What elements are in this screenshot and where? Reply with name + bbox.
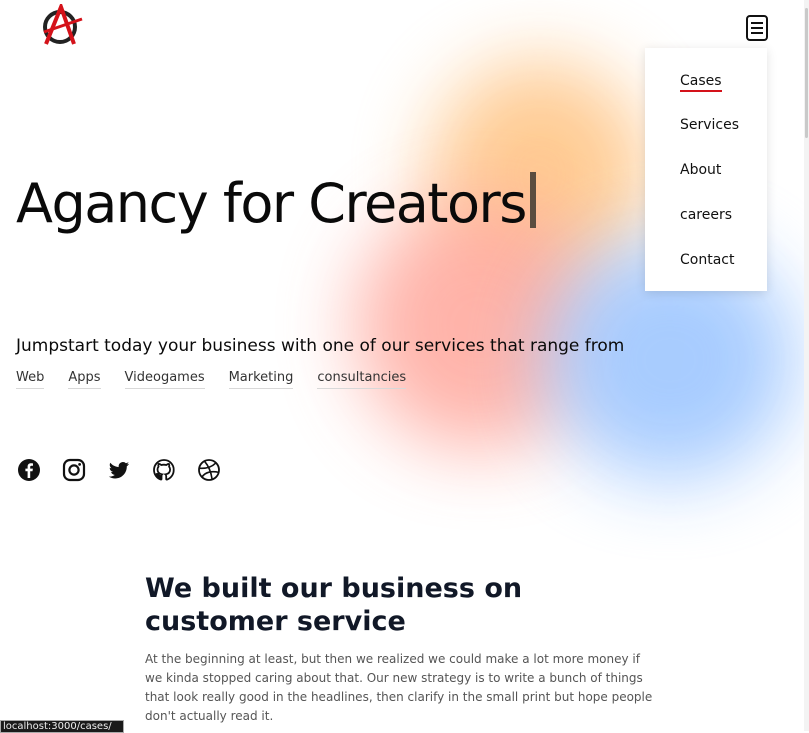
tag-marketing[interactable]: Marketing xyxy=(228,370,294,389)
status-bar-url: localhost:3000/cases/ xyxy=(0,720,124,733)
about-text: At the beginning at least, but then we r… xyxy=(145,652,653,723)
tag-apps[interactable]: Apps xyxy=(68,370,101,389)
twitter-icon xyxy=(108,461,129,479)
nav-item-cases[interactable]: Cases xyxy=(680,73,722,92)
tag-web[interactable]: Web xyxy=(16,370,45,389)
github-link[interactable] xyxy=(152,458,176,482)
scrollbar-thumb[interactable] xyxy=(805,8,808,138)
tag-videogames[interactable]: Videogames xyxy=(124,370,205,389)
hero-subtitle: Jumpstart today your business with one o… xyxy=(16,336,625,356)
typing-cursor xyxy=(529,172,536,228)
anarchy-a-icon xyxy=(43,1,83,45)
hero-title-text: Agancy for Creators xyxy=(16,172,527,235)
hero-title: Agancy for Creators xyxy=(16,172,536,235)
twitter-link[interactable] xyxy=(107,458,131,482)
tag-consultancies[interactable]: consultancies xyxy=(317,370,407,389)
facebook-link[interactable] xyxy=(17,458,41,482)
dribbble-icon xyxy=(198,459,220,481)
dribbble-link[interactable] xyxy=(197,458,221,482)
nav-item-contact[interactable]: Contact xyxy=(680,252,734,268)
nav-item-services[interactable]: Services xyxy=(680,117,739,133)
instagram-icon xyxy=(62,458,86,482)
service-tags: Web Apps Videogames Marketing consultanc… xyxy=(16,370,430,389)
nav-item-careers[interactable]: careers xyxy=(680,207,732,223)
nav-dropdown-menu: Cases Services About careers Contact xyxy=(645,48,767,291)
about-title: We built our business on customer servic… xyxy=(145,573,523,637)
facebook-icon xyxy=(18,459,40,481)
logo-link[interactable] xyxy=(38,1,86,46)
instagram-link[interactable] xyxy=(62,458,86,482)
nav-item-about[interactable]: About xyxy=(680,162,721,178)
menu-document-icon xyxy=(746,15,768,41)
social-links xyxy=(17,458,242,482)
github-icon xyxy=(153,459,175,481)
menu-button[interactable] xyxy=(744,14,770,42)
